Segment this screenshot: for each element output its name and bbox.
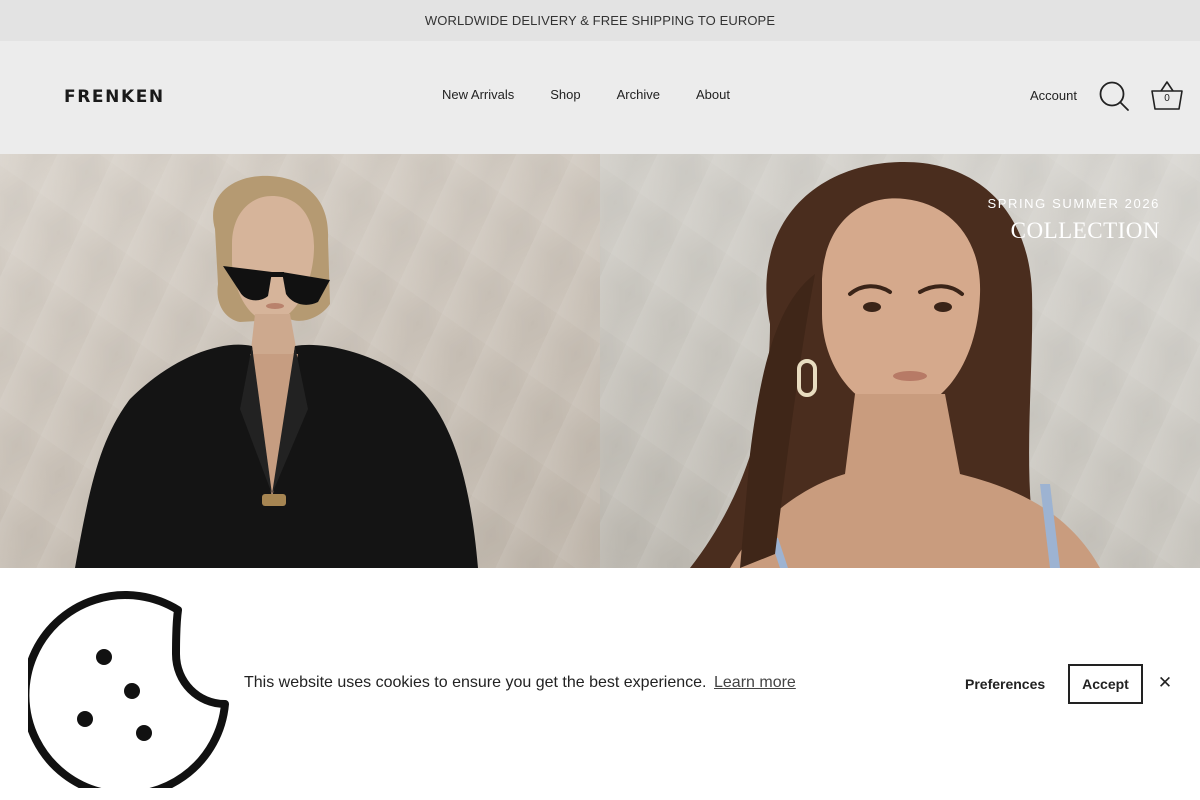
nav-about[interactable]: About <box>678 87 748 102</box>
nav-new-arrivals[interactable]: New Arrivals <box>424 87 532 102</box>
search-icon[interactable] <box>1098 80 1130 112</box>
preferences-button[interactable]: Preferences <box>952 665 1058 703</box>
cookie-message: This website uses cookies to ensure you … <box>244 674 707 691</box>
site-header: FRENKEN New Arrivals Shop Archive About … <box>0 41 1200 154</box>
cookie-banner: This website uses cookies to ensure you … <box>0 568 1200 800</box>
hero-image-right[interactable]: SPRING SUMMER 2026 COLLECTION <box>600 154 1200 568</box>
account-link[interactable]: Account <box>1030 88 1077 103</box>
accept-button[interactable]: Accept <box>1068 664 1143 704</box>
announcement-text: WORLDWIDE DELIVERY & FREE SHIPPING TO EU… <box>424 13 776 28</box>
hero-banner[interactable]: SPRING SUMMER 2026 COLLECTION <box>0 154 1200 568</box>
model-right-photo <box>690 161 1100 568</box>
close-icon[interactable]: ✕ <box>1155 670 1175 696</box>
announcement-bar: WORLDWIDE DELIVERY & FREE SHIPPING TO EU… <box>0 0 1200 41</box>
nav-shop[interactable]: Shop <box>532 87 598 102</box>
brand-logo[interactable]: FRENKEN <box>64 87 165 107</box>
hero-subtitle: SPRING SUMMER 2026 <box>987 196 1160 211</box>
cart-count: 0 <box>1164 93 1170 104</box>
model-left-photo <box>75 175 478 568</box>
cookie-icon <box>28 591 229 788</box>
main-nav: New Arrivals Shop Archive About <box>424 87 748 102</box>
hero-title[interactable]: COLLECTION <box>1011 218 1160 244</box>
learn-more-link[interactable]: Learn more <box>714 674 796 692</box>
nav-archive[interactable]: Archive <box>599 87 678 102</box>
hero-image-left[interactable] <box>0 154 600 568</box>
